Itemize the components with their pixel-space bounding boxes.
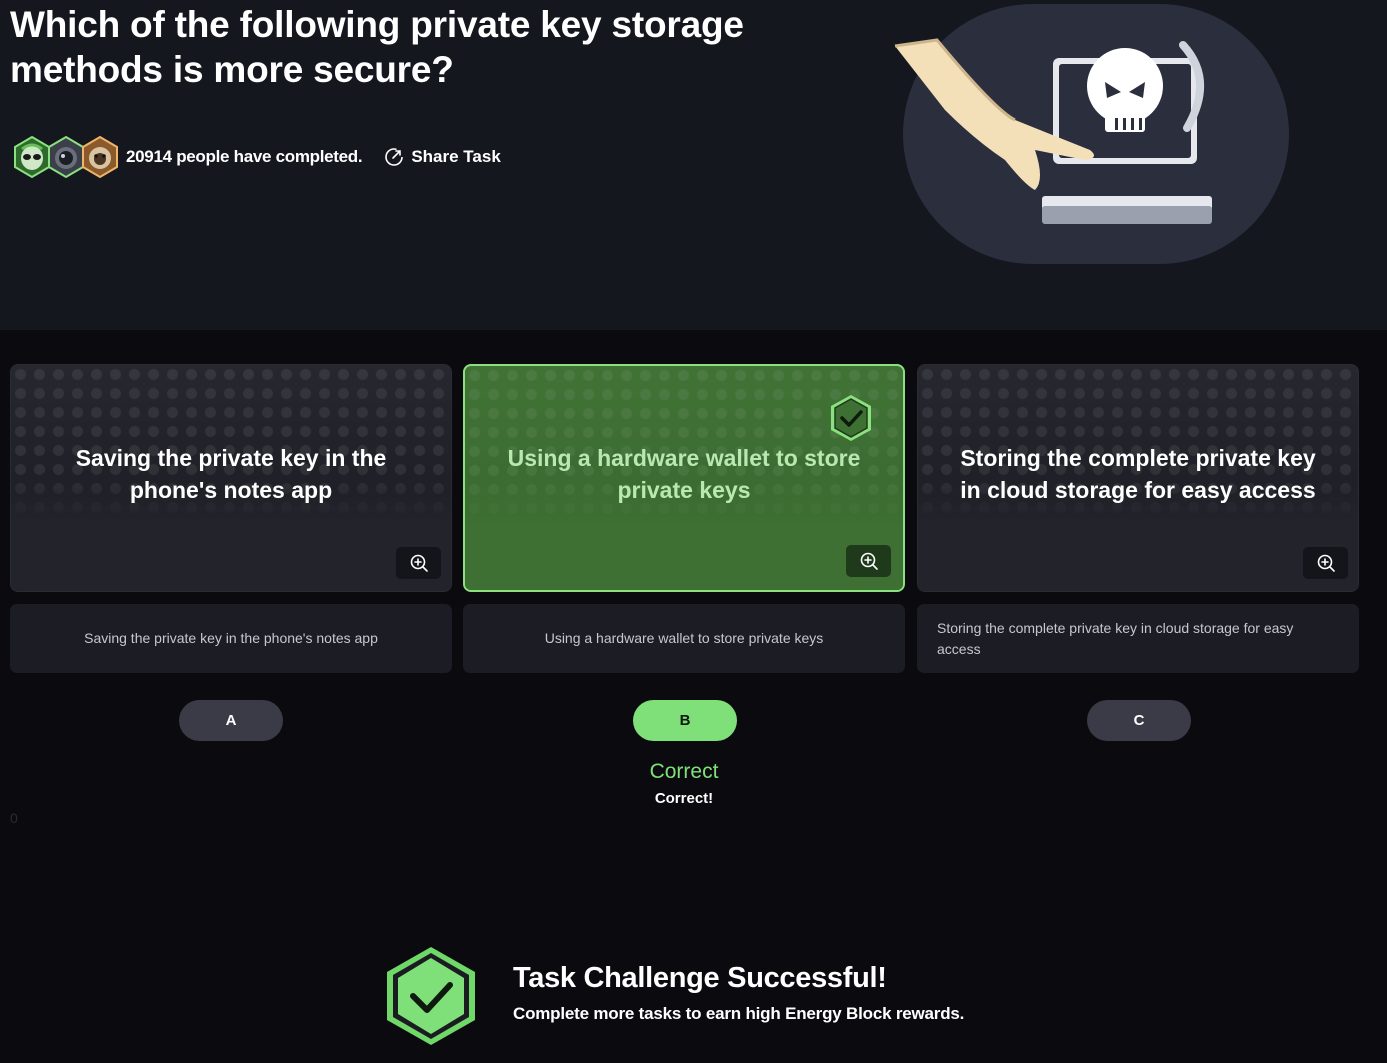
stray-text: 0: [10, 810, 18, 826]
option-card-a[interactable]: Saving the private key in the phone's no…: [10, 364, 452, 592]
question-header: Which of the following private key stora…: [0, 0, 1387, 330]
option-card-c[interactable]: Storing the complete private key in clou…: [917, 364, 1359, 592]
option-card-b-text: Using a hardware wallet to store private…: [507, 445, 861, 503]
zoom-button-a[interactable]: [396, 547, 441, 579]
completion-stats: 20914 people have completed. Share Task: [12, 135, 501, 179]
success-subtitle: Complete more tasks to earn high Energy …: [513, 1004, 965, 1023]
zoom-button-b[interactable]: [846, 545, 891, 577]
share-task-button[interactable]: Share Task: [384, 147, 501, 167]
monkey-avatar-icon: [80, 135, 120, 179]
answer-button-a[interactable]: A: [179, 700, 283, 741]
zoom-in-icon: [410, 554, 428, 572]
answer-button-c[interactable]: C: [1087, 700, 1191, 741]
hacker-illustration: [885, 0, 1305, 270]
success-title: Task Challenge Successful!: [513, 962, 887, 994]
success-check-icon: [383, 945, 479, 1047]
result-title: Correct: [649, 760, 719, 783]
option-description-a: Saving the private key in the phone's no…: [10, 604, 452, 673]
result-subtitle: Correct!: [654, 790, 714, 807]
question-title: Which of the following private key stora…: [10, 4, 744, 90]
selected-check-icon: [827, 393, 875, 443]
zoom-in-icon: [860, 552, 878, 570]
completed-count: 20914 people have completed.: [126, 147, 363, 166]
zoom-in-icon: [1317, 554, 1335, 572]
answer-button-b[interactable]: B: [633, 700, 737, 741]
option-description-b: Using a hardware wallet to store private…: [463, 604, 905, 673]
zoom-button-c[interactable]: [1303, 547, 1348, 579]
option-card-a-text: Saving the private key in the phone's no…: [75, 445, 387, 503]
share-label: Share Task: [411, 147, 501, 166]
option-card-c-text: Storing the complete private key in clou…: [960, 445, 1316, 503]
option-description-c: Storing the complete private key in clou…: [917, 604, 1359, 673]
share-icon: [385, 148, 404, 166]
avatar-group: [12, 135, 118, 179]
option-card-b[interactable]: Using a hardware wallet to store private…: [463, 364, 905, 592]
